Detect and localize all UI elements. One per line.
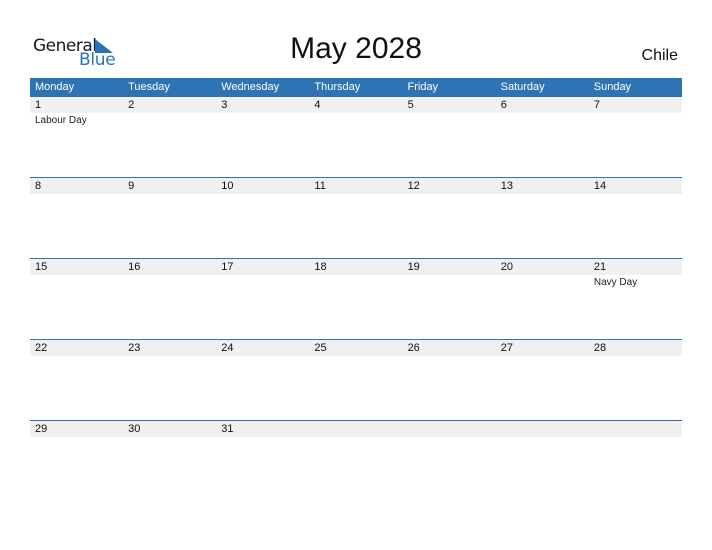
holiday-label: Labour Day [35, 115, 87, 126]
day-number: 1 [35, 99, 42, 111]
day-cell: 1 Labour Day [30, 97, 123, 177]
day-number: 12 [407, 180, 420, 192]
day-cell: 29 [30, 421, 123, 501]
day-cell [589, 421, 682, 501]
calendar-title: May 2028 [290, 32, 422, 65]
day-cell: 31 [216, 421, 309, 501]
day-cell: 14 [589, 178, 682, 258]
day-number: 17 [221, 261, 234, 273]
day-number: 22 [35, 342, 48, 354]
day-number: 8 [35, 180, 42, 192]
day-cell: 23 [123, 340, 216, 420]
day-cell: 15 [30, 259, 123, 339]
day-cell: 30 [123, 421, 216, 501]
day-number: 4 [314, 99, 321, 111]
day-cell: 16 [123, 259, 216, 339]
day-cell: 22 [30, 340, 123, 420]
day-number: 27 [500, 342, 513, 354]
week-row: 29 30 31 [30, 420, 682, 501]
day-cell: 27 [496, 340, 589, 420]
day-cell [403, 421, 496, 501]
day-number: 31 [221, 423, 234, 435]
day-cell: 11 [309, 178, 402, 258]
week-row: 22 23 24 25 26 27 28 [30, 339, 682, 420]
day-number: 19 [407, 261, 420, 273]
weekday-sunday: Sunday [593, 81, 632, 93]
day-number: 24 [221, 342, 234, 354]
holiday-label: Navy Day [593, 277, 638, 288]
day-cell: 24 [216, 340, 309, 420]
day-number: 3 [221, 99, 228, 111]
day-number: 5 [407, 99, 414, 111]
day-cell [309, 421, 402, 501]
day-number: 6 [500, 99, 507, 111]
week-row: 8 9 10 11 12 13 14 [30, 177, 682, 258]
day-number: 30 [128, 423, 141, 435]
week-row: 15 16 17 18 19 20 21 Navy Day [30, 258, 682, 339]
day-number: 10 [221, 180, 234, 192]
day-number: 13 [500, 180, 513, 192]
day-cell: 20 [496, 259, 589, 339]
day-cell: 25 [309, 340, 402, 420]
day-cell: 9 [123, 178, 216, 258]
weekday-monday: Monday [35, 81, 75, 93]
day-cell: 21 Navy Day [589, 259, 682, 339]
weekday-wednesday: Wednesday [221, 81, 280, 93]
day-cell: 17 [216, 259, 309, 339]
day-cell: 18 [309, 259, 402, 339]
day-number: 25 [314, 342, 327, 354]
day-number: 21 [593, 261, 607, 273]
weekday-thursday: Thursday [314, 81, 361, 93]
day-cell: 19 [403, 259, 496, 339]
day-number: 9 [128, 180, 135, 192]
country-label: Chile [641, 47, 678, 64]
day-cell: 7 [589, 97, 682, 177]
day-number: 7 [593, 99, 600, 111]
day-cell: 4 [309, 97, 402, 177]
day-cell: 10 [216, 178, 309, 258]
day-cell: 12 [403, 178, 496, 258]
weekday-tuesday: Tuesday [128, 81, 170, 93]
day-number: 26 [407, 342, 420, 354]
weekday-saturday: Saturday [500, 81, 545, 93]
day-cell: 13 [496, 178, 589, 258]
day-cell: 6 [496, 97, 589, 177]
day-cell: 8 [30, 178, 123, 258]
week-row: 1 Labour Day 2 3 4 5 6 7 [30, 96, 682, 177]
day-number: 20 [500, 261, 513, 273]
day-number: 2 [128, 99, 135, 111]
weekday-header: Monday Tuesday Wednesday Thursday Friday… [30, 78, 682, 96]
day-number: 18 [314, 261, 327, 273]
day-number: 15 [35, 261, 48, 273]
day-cell: 28 [589, 340, 682, 420]
day-number: 14 [593, 180, 607, 192]
day-cell: 26 [403, 340, 496, 420]
day-number: 28 [593, 342, 607, 354]
day-cell: 2 [123, 97, 216, 177]
weekday-friday: Friday [407, 81, 439, 93]
day-cell: 5 [403, 97, 496, 177]
day-cell [496, 421, 589, 501]
day-cell: 3 [216, 97, 309, 177]
day-number: 11 [314, 180, 326, 192]
day-number: 16 [128, 261, 141, 273]
day-number: 29 [35, 423, 48, 435]
day-number: 23 [128, 342, 141, 354]
